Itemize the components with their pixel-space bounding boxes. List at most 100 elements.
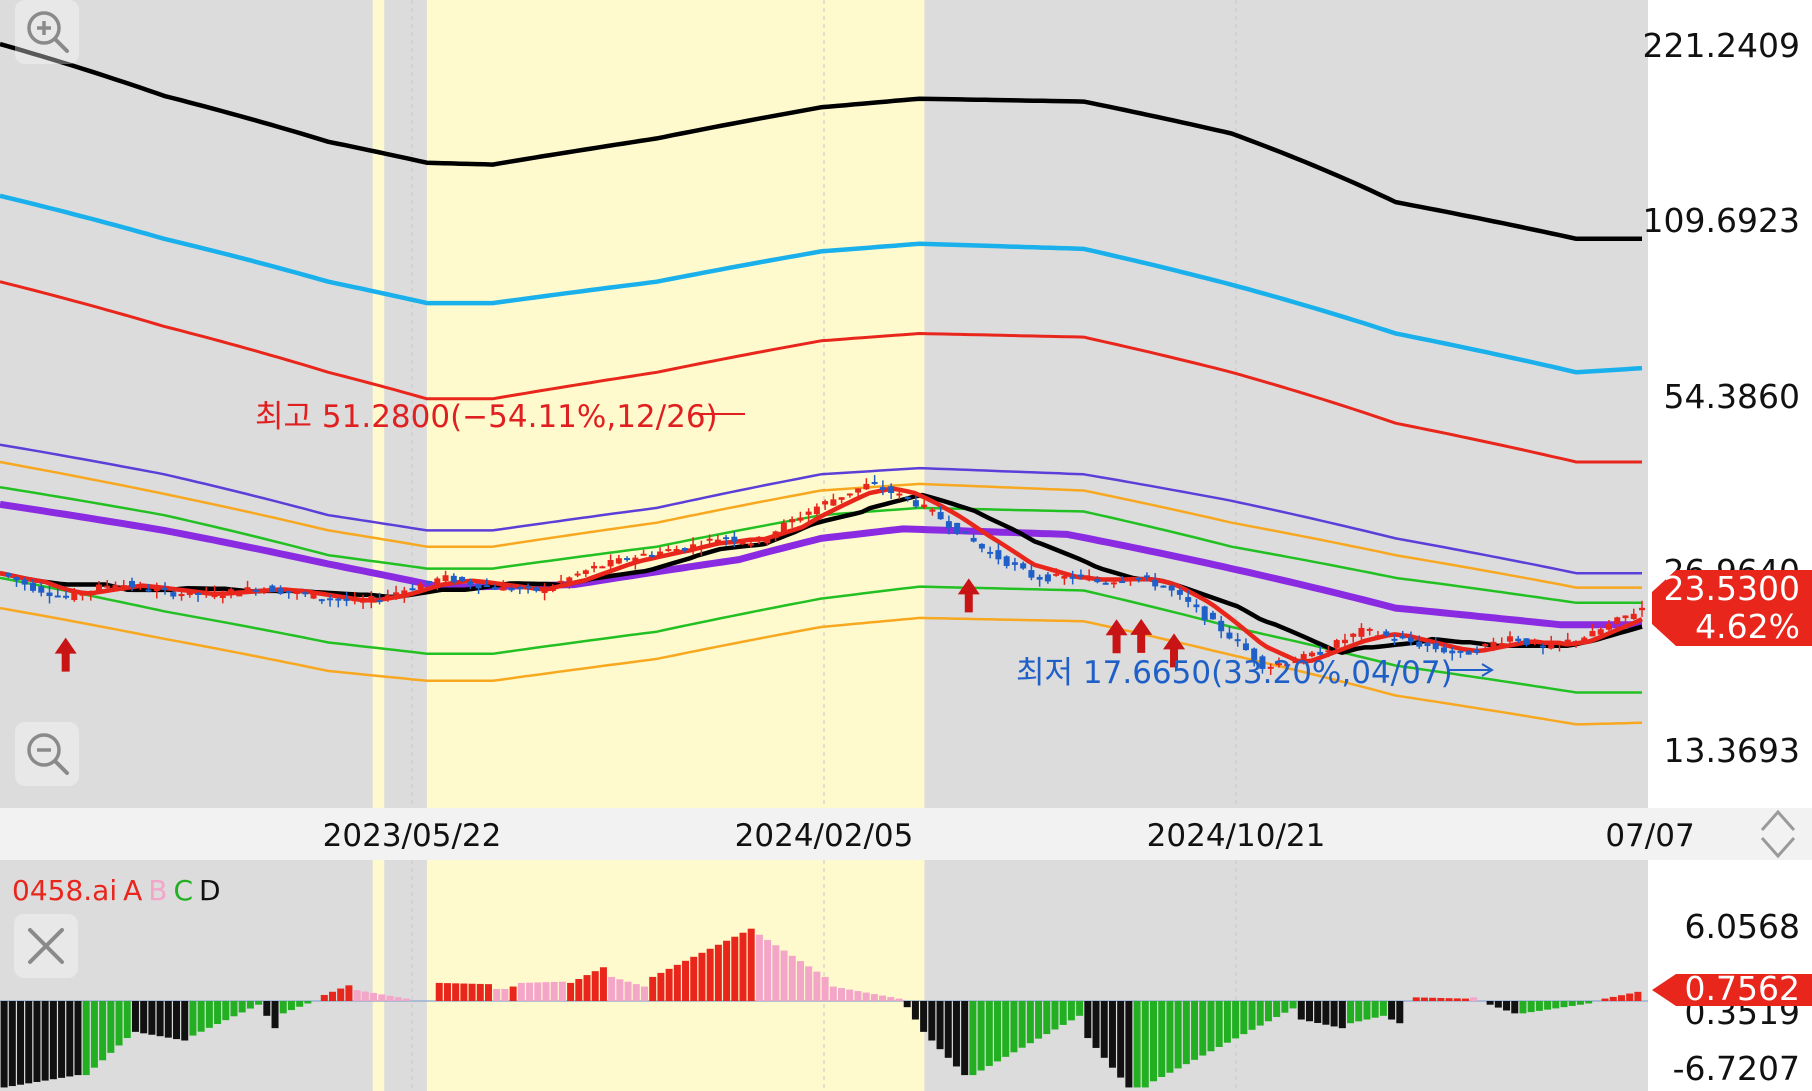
- oscillator-bar: [107, 1001, 115, 1053]
- candle-up: [566, 577, 573, 584]
- candle-down: [269, 585, 276, 593]
- oscillator-bar: [1273, 1001, 1281, 1017]
- candle-up: [1110, 582, 1117, 585]
- candle-up: [813, 506, 820, 515]
- candle-down: [987, 551, 994, 554]
- candle-up: [615, 558, 622, 564]
- zoom-out-button[interactable]: [15, 722, 79, 786]
- date-axis-label: 07/07: [1605, 818, 1694, 854]
- oscillator-bar: [517, 982, 525, 1001]
- candle-down: [871, 481, 878, 484]
- indicator-axis-label: -6.7207: [1673, 1049, 1800, 1088]
- oscillator-bar: [66, 1001, 74, 1077]
- oscillator-bar: [1297, 1001, 1305, 1020]
- oscillator-bar: [1470, 997, 1478, 1001]
- candle-down: [1176, 590, 1183, 595]
- candle-down: [525, 586, 532, 589]
- stock-chart[interactable]: 221.2409 109.6923 54.3860 26.9640 13.369…: [0, 0, 1812, 1091]
- oscillator-bar: [1108, 1001, 1116, 1068]
- candle-down: [1242, 643, 1249, 651]
- oscillator-bar: [616, 979, 624, 1001]
- candle-up: [442, 575, 449, 582]
- oscillator-bar: [501, 988, 509, 1001]
- oscillator-bar: [1199, 1001, 1207, 1056]
- oscillator-bar: [1503, 1001, 1511, 1011]
- oscillator-bar: [673, 964, 681, 1001]
- candle-up: [739, 542, 746, 545]
- oscillator-bar: [944, 1001, 952, 1058]
- candle-down: [1003, 556, 1010, 566]
- oscillator-bar: [386, 995, 394, 1001]
- oscillator-bar: [977, 1001, 985, 1071]
- oscillator-bar: [1035, 1001, 1043, 1039]
- oscillator-bar: [1059, 1001, 1067, 1025]
- candle-up: [549, 586, 556, 591]
- oscillator-bar: [1141, 1001, 1149, 1088]
- oscillator-bar: [41, 1001, 49, 1081]
- oscillator-bar: [205, 1001, 213, 1028]
- candle-up: [1639, 607, 1645, 611]
- oscillator-bar: [509, 986, 517, 1001]
- oscillator-bar: [197, 1001, 205, 1032]
- candle-up: [1548, 642, 1555, 649]
- close-indicator-button[interactable]: [14, 914, 78, 978]
- oscillator-bar: [1223, 1001, 1231, 1043]
- candle-up: [310, 593, 317, 599]
- indicator-legend: 0458.ai A B C D: [12, 874, 227, 907]
- oscillator-bar: [271, 1001, 279, 1029]
- oscillator-bar: [1018, 1001, 1026, 1048]
- candle-up: [756, 536, 763, 542]
- oscillator-bar: [1552, 1001, 1560, 1009]
- close-icon: [28, 928, 64, 964]
- candle-down: [1168, 585, 1175, 591]
- oscillator-bar: [796, 961, 804, 1001]
- candle-up: [178, 594, 185, 597]
- oscillator-bar: [164, 1001, 172, 1038]
- oscillator-bar: [821, 976, 829, 1001]
- candle-down: [170, 592, 177, 597]
- candle-down: [335, 598, 342, 601]
- oscillator-bar: [353, 990, 361, 1001]
- oscillator-bar: [1519, 1001, 1527, 1014]
- candle-up: [153, 589, 160, 592]
- oscillator-bar: [723, 940, 731, 1001]
- candle-down: [1044, 574, 1051, 582]
- oscillator-bar: [608, 976, 616, 1001]
- candle-up: [360, 600, 367, 603]
- oscillator-bar: [82, 1001, 90, 1076]
- oscillator-bar: [468, 983, 476, 1001]
- candle-up: [104, 585, 111, 588]
- oscillator-bar: [870, 994, 878, 1001]
- candle-down: [302, 592, 309, 595]
- candle-up: [417, 584, 424, 590]
- oscillator-bar: [1248, 1001, 1256, 1030]
- candle-up: [591, 565, 598, 569]
- candle-up: [1482, 643, 1489, 646]
- oscillator-bar: [255, 1001, 263, 1005]
- candle-down: [912, 500, 919, 507]
- candle-up: [1350, 633, 1357, 637]
- oscillator-bar: [1371, 1001, 1379, 1018]
- oscillator-bar: [1092, 1001, 1100, 1048]
- oscillator-bar: [1445, 998, 1453, 1001]
- candle-down: [1152, 579, 1159, 587]
- candle-up: [1061, 575, 1068, 579]
- oscillator-bar: [854, 991, 862, 1001]
- oscillator-bar: [1232, 1001, 1240, 1039]
- candle-down: [1185, 597, 1192, 602]
- candle-up: [607, 560, 614, 567]
- oscillator-bar: [99, 1001, 107, 1061]
- zoom-in-button[interactable]: [15, 0, 79, 64]
- oscillator-bar: [1560, 1001, 1568, 1008]
- candle-up: [203, 591, 210, 595]
- oscillator-bar: [1568, 1001, 1576, 1006]
- oscillator-bar: [361, 991, 369, 1001]
- candle-up: [228, 589, 235, 593]
- oscillator-bar: [140, 1001, 148, 1034]
- candle-up: [1531, 641, 1538, 644]
- oscillator-bar: [952, 1001, 960, 1067]
- candle-up: [1506, 636, 1513, 642]
- oscillator-bar: [1076, 1001, 1084, 1016]
- oscillator-bar: [895, 998, 903, 1001]
- candle-down: [1160, 585, 1167, 588]
